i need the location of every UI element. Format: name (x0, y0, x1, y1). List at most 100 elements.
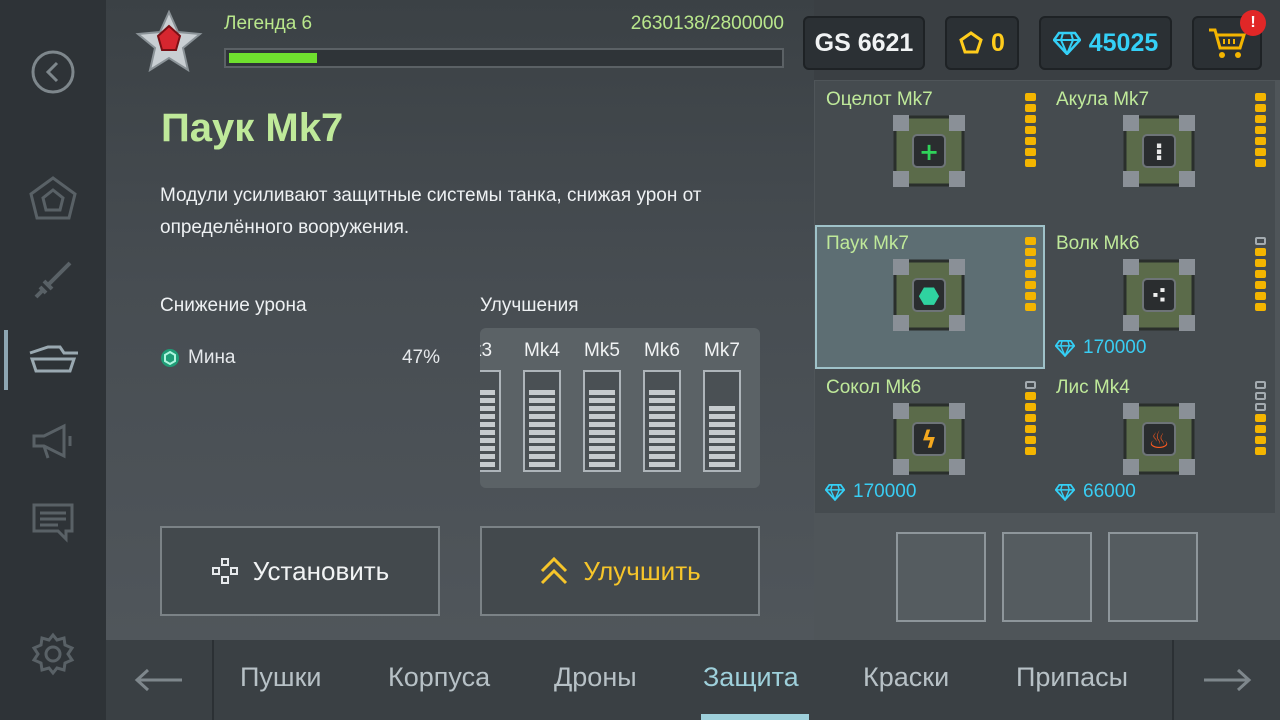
upgrade-level-label: Mk7 (704, 340, 740, 361)
upgrade-level-label: Mk5 (584, 340, 620, 361)
module-icon: ⁖ (1123, 259, 1195, 331)
upgrade-segment (709, 446, 735, 451)
upgrade-button[interactable]: Улучшить (480, 526, 760, 616)
module-card[interactable]: Акула Mk7 ⁝ (1045, 81, 1275, 225)
level-segment (1025, 292, 1036, 300)
gold-balance[interactable]: 0 (945, 16, 1019, 70)
gems-balance[interactable]: 45025 (1039, 16, 1172, 70)
level-segment (1255, 148, 1266, 156)
back-icon (31, 50, 75, 94)
tab-item[interactable]: Защита (703, 662, 799, 693)
upgrade-level-column[interactable]: Mk5 (576, 328, 628, 472)
sidebar-item-messages[interactable] (0, 492, 106, 552)
tab-prev-button[interactable] (106, 640, 212, 720)
empty-slot[interactable] (896, 532, 986, 622)
gear-score-badge: GS 6621 (803, 16, 925, 70)
upgrade-segment (589, 422, 615, 427)
module-card[interactable]: Волк Mk6 ⁖ 170000 (1045, 225, 1275, 369)
upgrade-segment (480, 462, 495, 467)
upgrade-level-label: k3 (480, 340, 493, 361)
level-segment (1025, 104, 1036, 112)
upgrade-segment (529, 438, 555, 443)
tab-item[interactable]: Пушки (240, 662, 321, 693)
upgrade-segment (589, 390, 615, 395)
upgrade-segment (709, 422, 735, 427)
sidebar-item-weapons[interactable] (0, 250, 106, 310)
level-segment (1255, 248, 1266, 256)
upgrade-level-bar (480, 370, 501, 472)
upgrade-segment (649, 406, 675, 411)
module-level-indicator (1255, 237, 1266, 311)
level-segment (1025, 414, 1036, 422)
module-name: Паук Mk7 (826, 233, 909, 254)
empty-slot[interactable] (1002, 532, 1092, 622)
arrow-left-icon (134, 668, 182, 692)
tab-item[interactable]: Корпуса (388, 662, 490, 693)
upgrade-level-column[interactable]: k3 (480, 328, 508, 472)
gem-icon (1055, 483, 1075, 501)
module-name: Сокол Mk6 (826, 377, 922, 398)
xp-counter: 2630138/2800000 (630, 13, 784, 34)
tab-item[interactable]: Припасы (1016, 662, 1128, 693)
level-segment (1255, 93, 1266, 101)
back-button[interactable] (0, 42, 106, 102)
upgrade-segment (480, 430, 495, 435)
module-card[interactable]: Сокол Mk6 ϟ 170000 (815, 369, 1045, 513)
level-segment (1025, 159, 1036, 167)
mine-icon (161, 349, 179, 367)
upgrade-segment (529, 390, 555, 395)
divider (212, 640, 214, 720)
upgrade-level-column[interactable]: Mk6 (636, 328, 688, 472)
upgrade-segment (649, 422, 675, 427)
upgrade-segment (480, 422, 495, 427)
empty-slot[interactable] (1108, 532, 1198, 622)
module-icon: ⁝ (1123, 115, 1195, 187)
module-level-indicator (1255, 93, 1266, 167)
upgrade-segment (709, 438, 735, 443)
level-segment (1255, 436, 1266, 444)
upgrade-segment (480, 398, 495, 403)
level-segment (1025, 425, 1036, 433)
notification-badge: ! (1240, 10, 1266, 36)
upgrades-panel[interactable]: k3 Mk4 Mk5 Mk6 Mk7 (480, 328, 760, 488)
module-card[interactable]: Оцелот Mk7 + (815, 81, 1045, 225)
module-name: Акула Mk7 (1056, 89, 1150, 110)
upgrade-segment (589, 446, 615, 451)
upgrade-level-column[interactable]: Mk4 (516, 328, 568, 472)
tab-next-button[interactable] (1174, 640, 1280, 720)
tab-item[interactable]: Краски (863, 662, 949, 693)
level-segment (1025, 237, 1036, 245)
module-price-value: 170000 (853, 481, 917, 502)
settings-button[interactable] (0, 624, 106, 684)
tab-item[interactable]: Дроны (554, 662, 637, 693)
module-card[interactable]: Лис Mk4 ♨ 66000 (1045, 369, 1275, 513)
install-button[interactable]: Установить (160, 526, 440, 616)
upgrade-segment (649, 398, 675, 403)
weapons-icon (34, 261, 72, 299)
protection-name: Мина (188, 347, 236, 368)
module-name: Оцелот Mk7 (826, 89, 933, 110)
module-name: Лис Mk4 (1056, 377, 1130, 398)
level-segment (1025, 436, 1036, 444)
upgrade-level-column[interactable]: Mk7 (696, 328, 748, 472)
upgrade-segment (709, 454, 735, 459)
level-segment (1255, 392, 1266, 400)
upgrade-segment (589, 438, 615, 443)
level-segment (1025, 248, 1036, 256)
shop-cart-button[interactable]: ! (1192, 10, 1266, 70)
level-segment (1255, 403, 1266, 411)
item-title: Паук Mk7 (161, 106, 344, 150)
gems-value: 45025 (1088, 28, 1159, 57)
level-segment (1025, 392, 1036, 400)
sidebar-item-garage[interactable] (0, 168, 106, 228)
upgrade-segment (480, 438, 495, 443)
module-card[interactable]: Паук Mk7 ⬣ (815, 225, 1045, 369)
upgrade-segment (589, 454, 615, 459)
sidebar-item-tank[interactable] (0, 330, 106, 390)
garage-icon (29, 176, 77, 220)
upgrade-segment (529, 462, 555, 467)
protection-title: Снижение урона (160, 295, 307, 316)
level-segment (1255, 259, 1266, 267)
level-segment (1025, 381, 1036, 389)
sidebar-item-announcements[interactable] (0, 412, 106, 472)
